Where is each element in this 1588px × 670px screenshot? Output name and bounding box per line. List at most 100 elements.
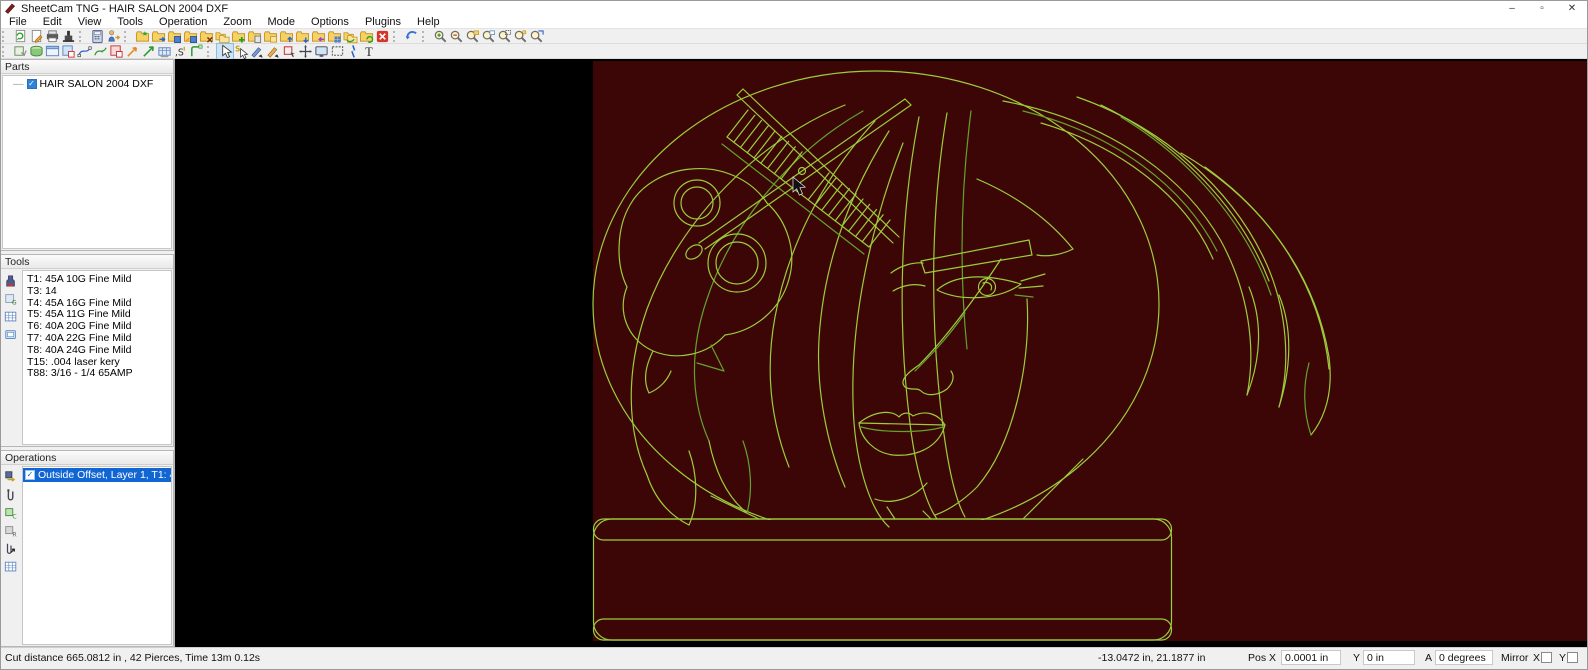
minimize-button[interactable]: – (1497, 1, 1527, 16)
tool-g-button[interactable]: G (3, 291, 19, 306)
zoom-all-button[interactable] (528, 29, 544, 44)
tools-list[interactable]: T1: 45A 10G Fine Mild T3: 14 T4: 45A 16G F… (22, 270, 172, 445)
job-options-button[interactable] (12, 29, 28, 44)
paste-part-button[interactable] (246, 29, 262, 44)
menu-tools[interactable]: Tools (109, 16, 151, 28)
offset-arrow-button[interactable] (124, 44, 140, 59)
mirror-x-checkbox[interactable] (1541, 652, 1552, 663)
zoom-in-button[interactable] (432, 29, 448, 44)
tool-table2-button[interactable] (3, 327, 19, 342)
link-parts-button[interactable] (342, 29, 358, 44)
move-origin-button[interactable] (297, 44, 313, 59)
machine-setup-button[interactable] (60, 29, 76, 44)
close-part-button[interactable] (198, 29, 214, 44)
path-box-button[interactable] (108, 44, 124, 59)
pos-x-label: Pos X (1248, 652, 1277, 664)
zoom-selected-icon (513, 29, 528, 44)
path-direction-button[interactable] (92, 44, 108, 59)
open-part-button[interactable] (150, 29, 166, 44)
measure-button[interactable] (345, 44, 361, 59)
zoom-material-button[interactable] (480, 29, 496, 44)
op-table-button[interactable] (3, 559, 19, 574)
print-button[interactable] (44, 29, 60, 44)
part-tree-item[interactable]: — ✓ HAIR SALON 2004 DXF (3, 76, 171, 90)
part-checkbox[interactable]: ✓ (26, 79, 37, 89)
maximize-button[interactable]: ▫ (1527, 1, 1557, 16)
show-solid-icon (29, 44, 44, 59)
op-export-button[interactable] (3, 541, 19, 556)
tool-list-item[interactable]: T88: 3/16 - 1/4 65AMP (23, 368, 171, 380)
parts-list[interactable]: — ✓ HAIR SALON 2004 DXF (2, 75, 172, 249)
tool-list-item[interactable]: T7: 40A 22G Fine Mild (23, 332, 171, 345)
zoom-out-button[interactable] (448, 29, 464, 44)
title-bar[interactable]: SheetCam TNG - HAIR SALON 2004 DXF – ▫ ✕ (1, 1, 1587, 16)
new-tool-button[interactable] (3, 273, 19, 288)
menu-zoom[interactable]: Zoom (215, 16, 259, 28)
delete-part-button[interactable] (374, 29, 390, 44)
menu-view[interactable]: View (70, 16, 110, 28)
op-copy-button[interactable]: C (3, 505, 19, 520)
operation-list-item[interactable]: ✓Outside Offset, Layer 1, T1: 45A 10G Fi… (23, 468, 171, 482)
copy-part-button[interactable] (214, 29, 230, 44)
toolbar-group-grip (422, 30, 427, 42)
select-tool-button[interactable] (216, 42, 234, 60)
menu-help[interactable]: Help (409, 16, 448, 28)
path-nodes-button[interactable] (76, 44, 92, 59)
menu-edit[interactable]: Edit (35, 16, 70, 28)
duplicate-part-button[interactable] (262, 29, 278, 44)
zoom-selected-button[interactable] (512, 29, 528, 44)
drawing-canvas[interactable] (175, 59, 1587, 647)
snap-edit-button[interactable] (265, 44, 281, 59)
save-part-as-button[interactable] (182, 29, 198, 44)
corner-loop-button[interactable] (188, 44, 204, 59)
cut-arrow-button[interactable] (140, 44, 156, 59)
paste-part-icon (247, 29, 262, 44)
part-array-button[interactable] (326, 29, 342, 44)
add-part-button[interactable] (230, 29, 246, 44)
show-table-button[interactable] (156, 44, 172, 59)
op-clamp-button[interactable] (3, 487, 19, 502)
move-part-up-button[interactable] (278, 29, 294, 44)
edit-post-button[interactable] (28, 29, 44, 44)
insert-point-button[interactable]: ,S (172, 44, 188, 59)
menu-options[interactable]: Options (303, 16, 357, 28)
menu-file[interactable]: File (1, 16, 35, 28)
contour-check-button[interactable] (12, 44, 28, 59)
menu-plugins[interactable]: Plugins (357, 16, 409, 28)
show-solid-button[interactable] (28, 44, 44, 59)
save-part-button[interactable] (166, 29, 182, 44)
path-direction-icon (93, 44, 108, 59)
operations-list[interactable]: ✓Outside Offset, Layer 1, T1: 45A 10G Fi… (22, 466, 172, 645)
duplicate-part-icon (263, 29, 278, 44)
mirror-y-checkbox[interactable] (1567, 652, 1578, 663)
undo-button[interactable] (403, 29, 419, 44)
zoom-window-button[interactable] (496, 29, 512, 44)
reload-parts-button[interactable] (358, 29, 374, 44)
op-paste-button[interactable]: R (3, 523, 19, 538)
tool-table-button[interactable] (3, 309, 19, 324)
tool-list-item[interactable]: T3: 14 (23, 285, 171, 298)
select-start-button[interactable]: S (233, 44, 249, 59)
rubber-band-button[interactable] (329, 44, 345, 59)
calculator-icon (90, 29, 105, 44)
menu-operation[interactable]: Operation (151, 16, 215, 28)
screen-layout-button[interactable] (313, 44, 329, 59)
contour-select-button[interactable] (281, 44, 297, 59)
text-tool-button[interactable]: T (361, 44, 377, 59)
close-button[interactable]: ✕ (1557, 1, 1587, 16)
copy-part-icon (215, 29, 230, 44)
show-window-button[interactable] (44, 44, 60, 59)
calculator-button[interactable] (89, 29, 105, 44)
toolbar-group-grip (79, 30, 84, 42)
new-part-button[interactable] (134, 29, 150, 44)
import-part-button[interactable] (310, 29, 326, 44)
zoom-part-button[interactable] (464, 29, 480, 44)
operation-checkbox[interactable]: ✓ (25, 470, 35, 480)
path-rapids-button[interactable] (60, 44, 76, 59)
run-post-button[interactable] (105, 29, 121, 44)
new-operation-button[interactable] (3, 469, 19, 484)
move-part-down-button[interactable] (294, 29, 310, 44)
tool-list-item[interactable]: T8: 40A 24G Fine Mild (23, 344, 171, 357)
node-edit-button[interactable] (249, 44, 265, 59)
menu-mode[interactable]: Mode (259, 16, 303, 28)
